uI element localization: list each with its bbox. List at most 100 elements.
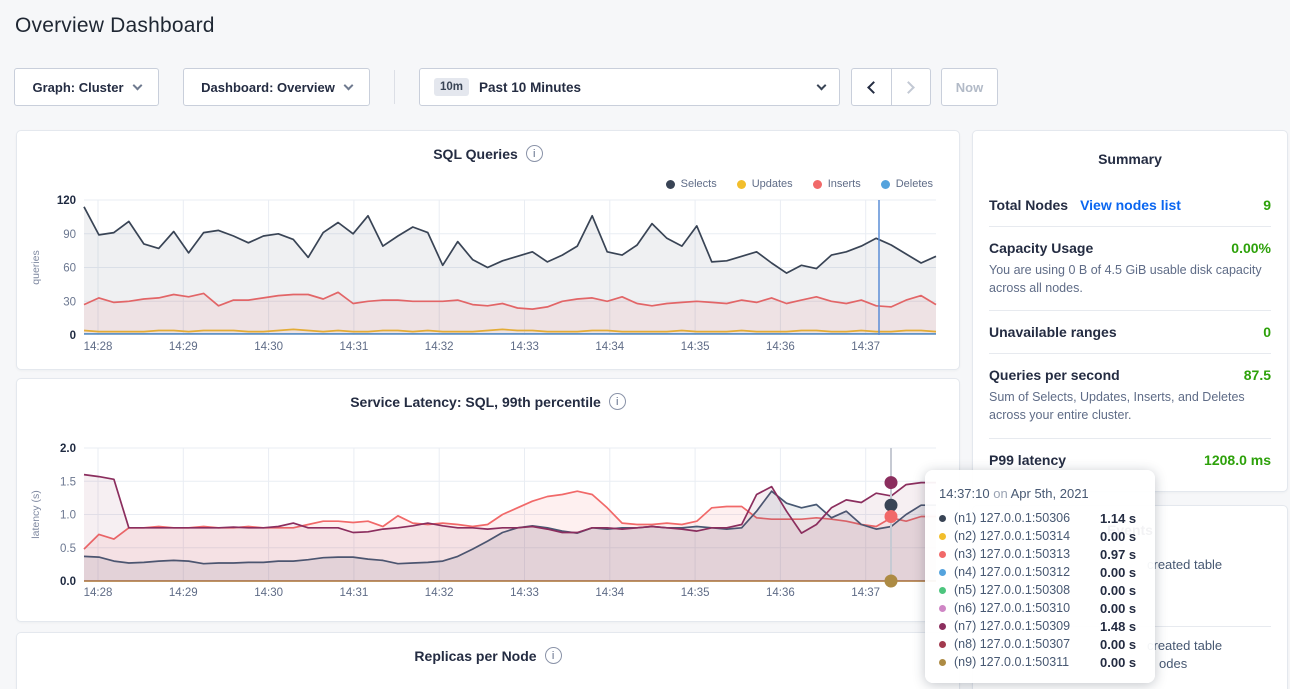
tooltip-node-label: (n7) 127.0.0.1:50309: [954, 619, 1100, 633]
tooltip-node-label: (n8) 127.0.0.1:50307: [954, 637, 1100, 651]
sql-queries-chart[interactable]: 14:2814:2914:3014:3114:3214:3314:3414:35…: [17, 131, 961, 369]
now-button[interactable]: Now: [941, 68, 998, 106]
summary-row-unavailable: Unavailable ranges 0: [989, 324, 1271, 340]
tooltip-timestamp: 14:37:10 on Apr 5th, 2021: [939, 486, 1141, 501]
tooltip-row: (n5) 127.0.0.1:503080.00 s: [939, 581, 1141, 599]
view-nodes-list-link[interactable]: View nodes list: [1080, 197, 1181, 213]
p99-value: 1208.0 ms: [1204, 452, 1271, 468]
info-icon[interactable]: i: [545, 647, 562, 664]
tooltip-date: Apr 5th, 2021: [1011, 486, 1089, 501]
chevron-down-icon: [132, 80, 142, 90]
event-text-fragment: created table: [1147, 556, 1222, 574]
svg-text:0.0: 0.0: [60, 576, 76, 588]
controls-divider: [394, 70, 395, 104]
chevron-down-icon: [817, 80, 827, 90]
tooltip-node-value: 0.00 s: [1100, 529, 1136, 544]
node-color-dot: [939, 641, 946, 648]
tooltip-rows: (n1) 127.0.0.1:503061.14 s(n2) 127.0.0.1…: [939, 509, 1141, 671]
tooltip-node-value: 1.48 s: [1100, 619, 1136, 634]
node-color-dot: [939, 533, 946, 540]
chart-hover-tooltip: 14:37:10 on Apr 5th, 2021 (n1) 127.0.0.1…: [925, 470, 1155, 683]
svg-text:14:37: 14:37: [851, 341, 880, 353]
service-latency-panel: Service Latency: SQL, 99th percentile i …: [16, 378, 960, 622]
time-pager: [851, 68, 931, 106]
replicas-header: Replicas per Node i: [17, 647, 959, 664]
divider: [989, 226, 1271, 227]
graph-dropdown[interactable]: Graph: Cluster: [14, 68, 159, 106]
unavailable-value: 0: [1263, 324, 1271, 340]
tooltip-node-label: (n2) 127.0.0.1:50314: [954, 529, 1100, 543]
tooltip-on-word: on: [993, 486, 1007, 501]
tooltip-time: 14:37:10: [939, 486, 990, 501]
tooltip-row: (n4) 127.0.0.1:503120.00 s: [939, 563, 1141, 581]
tooltip-node-label: (n9) 127.0.0.1:50311: [954, 655, 1100, 669]
svg-text:14:31: 14:31: [340, 587, 369, 599]
svg-text:14:34: 14:34: [595, 341, 624, 353]
svg-text:14:32: 14:32: [425, 341, 454, 353]
svg-text:0: 0: [70, 330, 76, 342]
total-nodes-value: 9: [1263, 197, 1271, 213]
tooltip-node-value: 0.00 s: [1100, 601, 1136, 616]
summary-row-capacity: Capacity Usage 0.00%: [989, 240, 1271, 256]
tooltip-row: (n8) 127.0.0.1:503070.00 s: [939, 635, 1141, 653]
tooltip-node-label: (n6) 127.0.0.1:50310: [954, 601, 1100, 615]
svg-text:30: 30: [63, 296, 76, 308]
svg-text:120: 120: [57, 195, 76, 207]
tooltip-row: (n2) 127.0.0.1:503140.00 s: [939, 527, 1141, 545]
tooltip-node-label: (n4) 127.0.0.1:50312: [954, 565, 1100, 579]
divider: [989, 438, 1271, 439]
svg-text:14:30: 14:30: [254, 341, 283, 353]
sql-queries-panel: SQL Queries i SelectsUpdatesInsertsDelet…: [16, 130, 960, 370]
svg-text:1.0: 1.0: [60, 510, 76, 522]
tooltip-node-value: 0.00 s: [1100, 655, 1136, 670]
overview-dashboard-page: Overview Dashboard Graph: Cluster Dashbo…: [0, 0, 1290, 689]
svg-text:14:35: 14:35: [681, 341, 710, 353]
total-nodes-label: Total Nodes: [989, 197, 1068, 213]
qps-label: Queries per second: [989, 367, 1120, 383]
tooltip-node-label: (n5) 127.0.0.1:50308: [954, 583, 1100, 597]
tooltip-node-value: 0.00 s: [1100, 565, 1136, 580]
summary-title: Summary: [989, 151, 1271, 167]
replicas-per-node-panel: Replicas per Node i: [16, 632, 960, 689]
node-color-dot: [939, 605, 946, 612]
p99-label: P99 latency: [989, 452, 1066, 468]
svg-text:90: 90: [63, 229, 76, 241]
qps-value: 87.5: [1244, 367, 1271, 383]
svg-text:14:29: 14:29: [169, 587, 198, 599]
time-range-dropdown[interactable]: 10m Past 10 Minutes: [419, 68, 840, 106]
node-color-dot: [939, 569, 946, 576]
time-prev-button[interactable]: [852, 69, 891, 105]
node-color-dot: [939, 551, 946, 558]
capacity-label: Capacity Usage: [989, 240, 1093, 256]
tooltip-row: (n3) 127.0.0.1:503130.97 s: [939, 545, 1141, 563]
time-range-badge: 10m: [434, 78, 469, 96]
tooltip-node-value: 0.00 s: [1100, 637, 1136, 652]
tooltip-row: (n9) 127.0.0.1:503110.00 s: [939, 653, 1141, 671]
node-color-dot: [939, 515, 946, 522]
svg-text:14:36: 14:36: [766, 341, 795, 353]
node-color-dot: [939, 623, 946, 630]
svg-text:0.5: 0.5: [60, 543, 76, 555]
service-latency-chart[interactable]: 14:2814:2914:3014:3114:3214:3314:3414:35…: [17, 379, 961, 617]
svg-text:1.5: 1.5: [60, 476, 76, 488]
node-color-dot: [939, 659, 946, 666]
svg-text:14:35: 14:35: [681, 587, 710, 599]
summary-row-total-nodes: Total Nodes View nodes list 9: [989, 197, 1271, 213]
svg-text:14:33: 14:33: [510, 341, 539, 353]
event-text-fragment: created table: [1147, 637, 1222, 655]
svg-text:14:28: 14:28: [84, 587, 113, 599]
node-color-dot: [939, 587, 946, 594]
svg-text:14:28: 14:28: [84, 341, 113, 353]
tooltip-node-value: 0.97 s: [1100, 547, 1136, 562]
svg-text:14:32: 14:32: [425, 587, 454, 599]
tooltip-row: (n7) 127.0.0.1:503091.48 s: [939, 617, 1141, 635]
svg-text:latency (s): latency (s): [30, 490, 42, 538]
dashboard-dropdown[interactable]: Dashboard: Overview: [183, 68, 370, 106]
unavailable-label: Unavailable ranges: [989, 324, 1117, 340]
svg-text:queries: queries: [30, 250, 42, 284]
tooltip-node-value: 1.14 s: [1100, 511, 1136, 526]
time-next-button[interactable]: [891, 69, 931, 105]
svg-text:2.0: 2.0: [60, 443, 76, 455]
tooltip-row: (n1) 127.0.0.1:503061.14 s: [939, 509, 1141, 527]
qps-desc: Sum of Selects, Updates, Inserts, and De…: [989, 388, 1271, 424]
